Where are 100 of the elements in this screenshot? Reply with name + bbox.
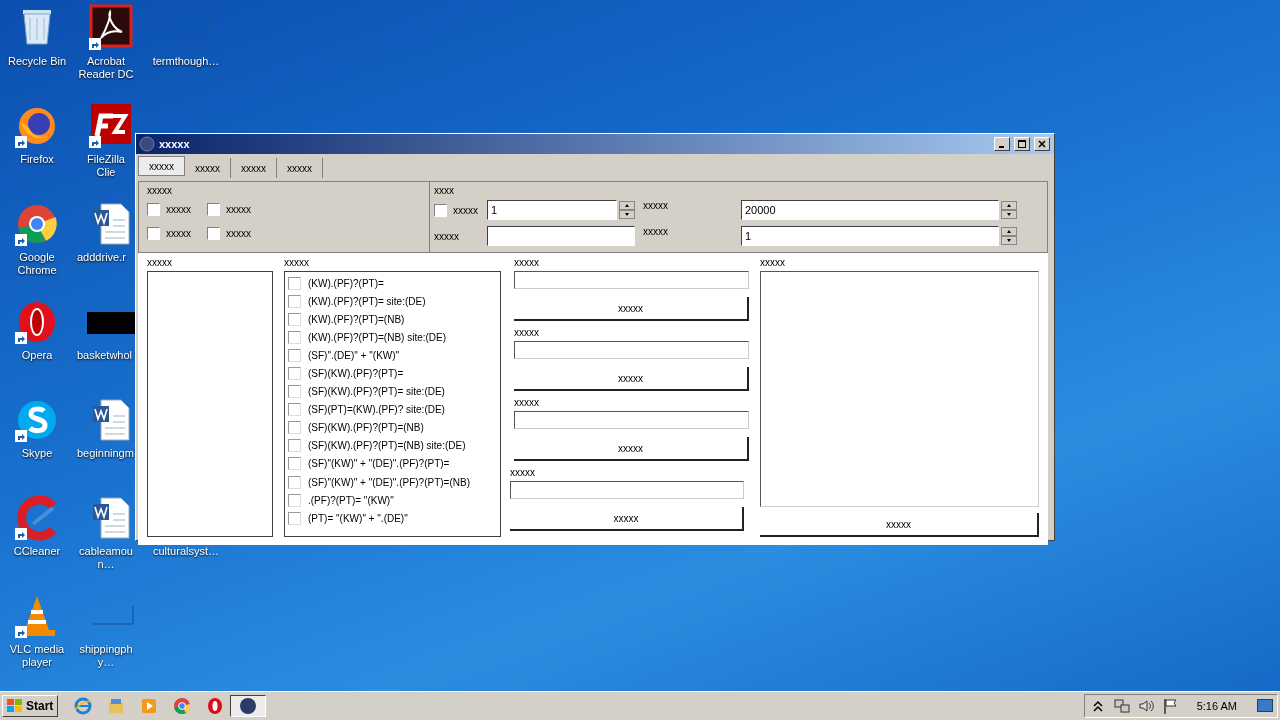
panel-label: xxxxx [760, 257, 786, 268]
checkbox[interactable] [288, 439, 301, 453]
field-label: xxxxx [643, 226, 669, 237]
checklist-item[interactable]: (KW).(PF)?(PT)= [308, 277, 384, 289]
desktop-icon-label[interactable]: Firefox [20, 153, 54, 166]
window-title: xxxxx [159, 138, 191, 150]
input-field[interactable] [510, 481, 744, 499]
input-field[interactable] [514, 411, 749, 429]
action-button[interactable]: xxxxx [514, 297, 749, 321]
checklist-item[interactable]: (SF)(PT)=(KW).(PF)? site:(DE) [308, 404, 445, 416]
checklist-item[interactable]: (PT)= "(KW)" + ".(DE)" [308, 512, 408, 524]
checklist-item[interactable]: (SF)(KW).(PF)?(PT)= [308, 368, 404, 379]
checklist-item[interactable]: (SF)(KW).(PF)?(PT)=(NB) site:(DE) [308, 440, 466, 452]
field-label: xxxxx [514, 397, 540, 408]
checkbox[interactable] [207, 202, 220, 216]
checkbox[interactable] [288, 348, 301, 362]
checkbox[interactable] [288, 312, 301, 326]
input-field[interactable] [514, 341, 749, 359]
tab[interactable]: xxxxx [138, 156, 185, 176]
checkbox[interactable] [288, 421, 301, 435]
checklist-item[interactable]: (SF)"(KW)" + "(DE)".(PF)?(PT)=(NB) [308, 476, 470, 488]
group-label: xxxxx [147, 185, 173, 196]
desktop-icon-label[interactable]: shippingphy… [77, 643, 135, 669]
panel-label: xxxxx [284, 257, 310, 268]
minimize-button[interactable] [994, 137, 1010, 151]
input-field[interactable] [514, 271, 749, 289]
browser-icon[interactable] [74, 697, 93, 715]
taskbar-button[interactable] [230, 695, 267, 717]
checkbox[interactable] [288, 511, 301, 525]
number-field[interactable]: 1 [487, 200, 617, 220]
logo-icon [7, 699, 23, 713]
browser-icon[interactable] [206, 697, 225, 715]
list-box[interactable] [147, 271, 273, 537]
checkbox[interactable] [288, 330, 301, 344]
checkbox[interactable] [207, 226, 220, 240]
checkbox-label: xxxxx [226, 203, 251, 215]
desktop-icon-label[interactable]: Opera [21, 349, 53, 362]
desktop-icon-label[interactable]: beginningm [77, 447, 134, 460]
maximize-button[interactable] [1014, 137, 1030, 151]
action-button[interactable]: xxxxx [514, 367, 749, 391]
start-button[interactable]: Start [2, 695, 59, 717]
checkbox[interactable] [288, 385, 301, 399]
desktop-icon-label[interactable]: Acrobat Reader DC [77, 55, 135, 81]
checklist-item[interactable]: (KW).(PF)?(PT)=(NB) site:(DE) [308, 331, 447, 343]
panel-label: xxxxx [147, 257, 173, 268]
network-icon[interactable] [1112, 697, 1131, 715]
group-label: xxxx [434, 185, 455, 196]
checklist-item[interactable]: (KW).(PF)?(PT)=(NB) [308, 313, 405, 325]
desktop-icon-label[interactable]: cableamoun… [77, 545, 135, 571]
browser-icon[interactable] [173, 697, 192, 715]
desktop-icon-label[interactable]: adddrive.r [77, 251, 126, 264]
checkbox[interactable] [147, 202, 160, 216]
field-label: xxxxx [514, 327, 540, 338]
checkbox-label: xxxxx [166, 203, 191, 215]
spinner-control[interactable] [1001, 227, 1017, 245]
number-field[interactable]: 20000 [741, 200, 999, 220]
checkbox[interactable] [288, 403, 301, 417]
show-desktop-icon[interactable] [1257, 699, 1273, 713]
field-label: xxxxx [514, 257, 540, 268]
action-button[interactable]: xxxxx [760, 513, 1039, 537]
spinner-control[interactable] [619, 201, 635, 219]
action-button[interactable]: xxxxx [514, 437, 749, 461]
checklist-item[interactable]: (SF)(KW).(PF)?(PT)= site:(DE) [308, 386, 445, 398]
checkbox-label: xxxxx [166, 227, 191, 239]
app-icon [139, 136, 155, 152]
desktop-icon-label[interactable]: Skype [21, 447, 53, 460]
desktop-icon-label[interactable]: FileZilla Clie [77, 153, 135, 179]
close-button[interactable] [1034, 137, 1050, 151]
desktop-icon-label[interactable]: culturalsyst… [153, 545, 219, 558]
checklist-item[interactable]: (KW).(PF)?(PT)= site:(DE) [308, 295, 426, 307]
clock[interactable]: 5:16 AM [1196, 700, 1237, 712]
checklist-item[interactable]: (SF)(KW).(PF)?(PT)=(NB) [308, 422, 424, 434]
field-label: xxxxx [510, 467, 536, 478]
maximize-icon [1018, 140, 1026, 148]
checkbox[interactable] [288, 276, 301, 290]
volume-icon[interactable] [1136, 697, 1155, 715]
checkbox[interactable] [288, 457, 301, 471]
checkbox-label: xxxxx [226, 227, 251, 239]
checkbox[interactable] [147, 226, 160, 240]
desktop-icon-label[interactable]: CCleaner [13, 545, 61, 558]
checklist-item[interactable]: (SF)".(DE)" + "(KW)" [308, 349, 400, 361]
checkbox[interactable] [434, 203, 447, 217]
checklist-item[interactable]: (SF)"(KW)" + "(DE)".(PF)?(PT)= [308, 458, 450, 470]
action-button[interactable]: xxxxx [510, 507, 744, 531]
desktop-icon-label[interactable]: VLC media player [1, 643, 73, 669]
checklist-item[interactable]: .(PF)?(PT)= "(KW)" [308, 494, 394, 506]
desktop-icon-label[interactable]: termthough… [152, 55, 220, 68]
checkbox[interactable] [288, 294, 301, 308]
spinner-control[interactable] [1001, 201, 1017, 219]
number-field[interactable]: 1 [741, 226, 999, 246]
checkbox[interactable] [288, 367, 301, 380]
desktop-icon-label[interactable]: Recycle Bin [7, 55, 67, 68]
field-label: xxxxx [453, 204, 478, 216]
field-label: xxxxx [643, 200, 669, 211]
desktop-icon-label[interactable]: Google Chrome [1, 251, 73, 277]
checkbox[interactable] [288, 493, 301, 507]
input-field[interactable] [487, 226, 635, 246]
desktop-icon-label[interactable]: basketwhol [77, 349, 133, 362]
checkbox[interactable] [288, 475, 301, 489]
close-icon [1038, 140, 1046, 148]
